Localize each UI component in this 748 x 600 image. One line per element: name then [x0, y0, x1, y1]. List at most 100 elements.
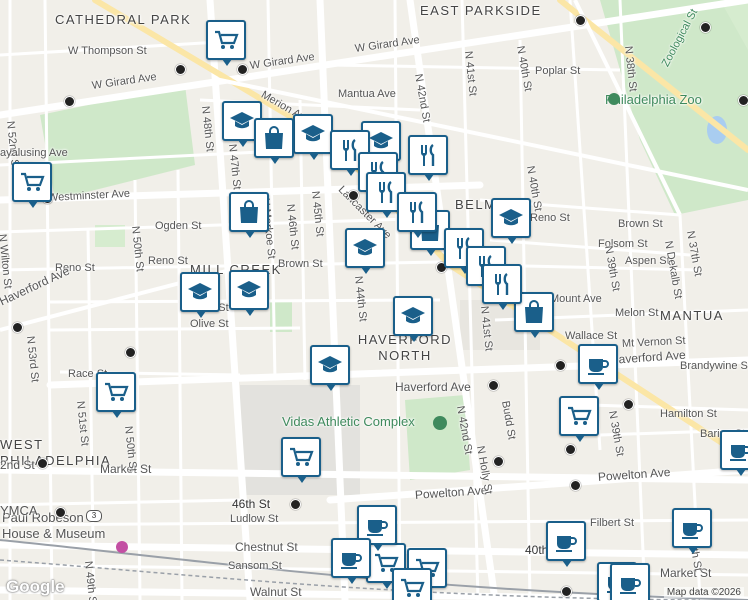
- transit-station[interactable]: [555, 360, 566, 371]
- street-label-aylusing-ave: ayalusing Ave: [0, 147, 68, 159]
- coffee-cup-icon: [588, 359, 609, 375]
- school-marker[interactable]: [180, 272, 220, 318]
- grocery-marker[interactable]: [559, 396, 599, 442]
- school-icon: [301, 125, 325, 142]
- fork-knife-icon: [421, 144, 435, 166]
- street-label-poplar-st: Poplar St: [535, 65, 581, 77]
- coffee-cup-icon: [682, 523, 703, 539]
- street-label-chestnut-st: Chestnut St: [235, 540, 298, 554]
- transit-station[interactable]: [570, 480, 581, 491]
- transit-station[interactable]: [290, 499, 301, 510]
- transit-station[interactable]: [700, 22, 711, 33]
- grocery-marker[interactable]: [392, 568, 432, 600]
- restaurant-marker[interactable]: [408, 135, 448, 181]
- street-label-haverford-ave: Haverford Ave: [395, 380, 471, 394]
- place-label-mantua: MANTUA: [660, 308, 724, 323]
- station-label-46th-st[interactable]: 46th St: [232, 497, 270, 511]
- grocery-cart-icon: [215, 30, 239, 49]
- route-shield-3: 3: [86, 510, 102, 522]
- street-label-ludlow-st: Ludlow St: [230, 513, 279, 525]
- street-label-olive-st: Olive St: [190, 318, 229, 330]
- ymca-icon[interactable]: [55, 507, 66, 518]
- google-logo: Google: [6, 577, 65, 596]
- transit-station[interactable]: [738, 95, 748, 106]
- school-icon: [230, 112, 254, 129]
- shopping-bag-icon: [525, 300, 543, 323]
- school-marker[interactable]: [229, 270, 269, 316]
- transit-station[interactable]: [125, 347, 136, 358]
- restaurant-marker[interactable]: [397, 192, 437, 238]
- street-label-w-thompson-st: W Thompson St: [68, 45, 147, 57]
- cafe-marker[interactable]: [610, 563, 650, 600]
- cafe-marker[interactable]: [720, 430, 748, 476]
- street-label-brown-st: Brown St: [278, 258, 323, 270]
- grocery-cart-icon: [290, 447, 314, 466]
- zoo-icon[interactable]: [608, 93, 620, 105]
- street-label-sansom-st: Sansom St: [228, 560, 282, 572]
- transit-station[interactable]: [237, 64, 248, 75]
- street-label-brown-st: Brown St: [618, 218, 663, 230]
- park-icon[interactable]: [433, 416, 447, 430]
- street-label-ogden-st: Ogden St: [155, 220, 202, 232]
- school-marker[interactable]: [310, 345, 350, 391]
- shopping-marker[interactable]: [254, 118, 294, 164]
- transit-station[interactable]: [493, 456, 504, 467]
- transit-station[interactable]: [37, 458, 48, 469]
- transit-station[interactable]: [561, 586, 572, 597]
- transit-station[interactable]: [12, 322, 23, 333]
- school-icon: [369, 132, 393, 149]
- grocery-cart-icon: [401, 578, 425, 597]
- street-label-hamilton-st: Hamilton St: [660, 408, 717, 420]
- street-label-aspen-st: Aspen St: [625, 255, 670, 267]
- restaurant-marker[interactable]: [482, 264, 522, 310]
- cafe-marker[interactable]: [331, 538, 371, 584]
- fork-knife-icon: [495, 273, 509, 295]
- poi-label-ymca[interactable]: YMCA: [0, 503, 38, 518]
- transit-station[interactable]: [575, 15, 586, 26]
- grocery-marker[interactable]: [281, 437, 321, 483]
- transit-station[interactable]: [623, 399, 634, 410]
- school-icon: [401, 307, 425, 324]
- street-label-mount-ave: Mount Ave: [550, 293, 602, 305]
- place-label-haverford-north: HAVERFORD NORTH: [357, 332, 453, 363]
- school-icon: [237, 281, 261, 298]
- street-label-walnut-st: Walnut St: [250, 585, 302, 599]
- school-marker[interactable]: [293, 114, 333, 160]
- cafe-marker[interactable]: [546, 521, 586, 567]
- street-label-2nd-st: 2nd St: [0, 458, 35, 472]
- grocery-marker[interactable]: [206, 20, 246, 66]
- transit-station[interactable]: [565, 444, 576, 455]
- school-marker[interactable]: [345, 228, 385, 274]
- grocery-cart-icon: [105, 382, 129, 401]
- school-icon: [318, 356, 342, 373]
- fork-knife-icon: [379, 181, 393, 203]
- poi-label-vidas-athletic-complex[interactable]: Vidas Athletic Complex: [282, 414, 415, 429]
- transit-station[interactable]: [64, 96, 75, 107]
- coffee-cup-icon: [556, 536, 577, 552]
- grocery-marker[interactable]: [12, 162, 52, 208]
- transit-station[interactable]: [175, 64, 186, 75]
- street-label-mantua-ave: Mantua Ave: [338, 88, 396, 100]
- school-icon: [188, 283, 212, 300]
- grocery-cart-icon: [568, 406, 592, 425]
- street-label-reno-st: Reno St: [530, 212, 570, 224]
- coffee-cup-icon: [341, 553, 362, 569]
- shopping-bag-icon: [265, 126, 283, 149]
- transit-station[interactable]: [348, 190, 359, 201]
- coffee-cup-icon: [620, 578, 641, 594]
- transit-station[interactable]: [488, 380, 499, 391]
- place-label-cathedral-park: CATHEDRAL PARK: [55, 12, 192, 27]
- shopping-marker[interactable]: [229, 192, 269, 238]
- school-marker[interactable]: [491, 198, 531, 244]
- grocery-cart-icon: [21, 172, 45, 191]
- museum-icon[interactable]: [116, 541, 128, 553]
- school-marker[interactable]: [393, 296, 433, 342]
- map-attribution[interactable]: Map data ©2026: [663, 587, 744, 598]
- shopping-bag-icon: [240, 200, 258, 223]
- street-label-wallace-st: Wallace St: [565, 330, 618, 342]
- cafe-marker[interactable]: [578, 344, 618, 390]
- street-label-melon-st: Melon St: [615, 307, 659, 319]
- map-canvas[interactable]: CATHEDRAL PARK EAST PARKSIDE MILL CREEK …: [0, 0, 748, 600]
- cafe-marker[interactable]: [672, 508, 712, 554]
- grocery-marker[interactable]: [96, 372, 136, 418]
